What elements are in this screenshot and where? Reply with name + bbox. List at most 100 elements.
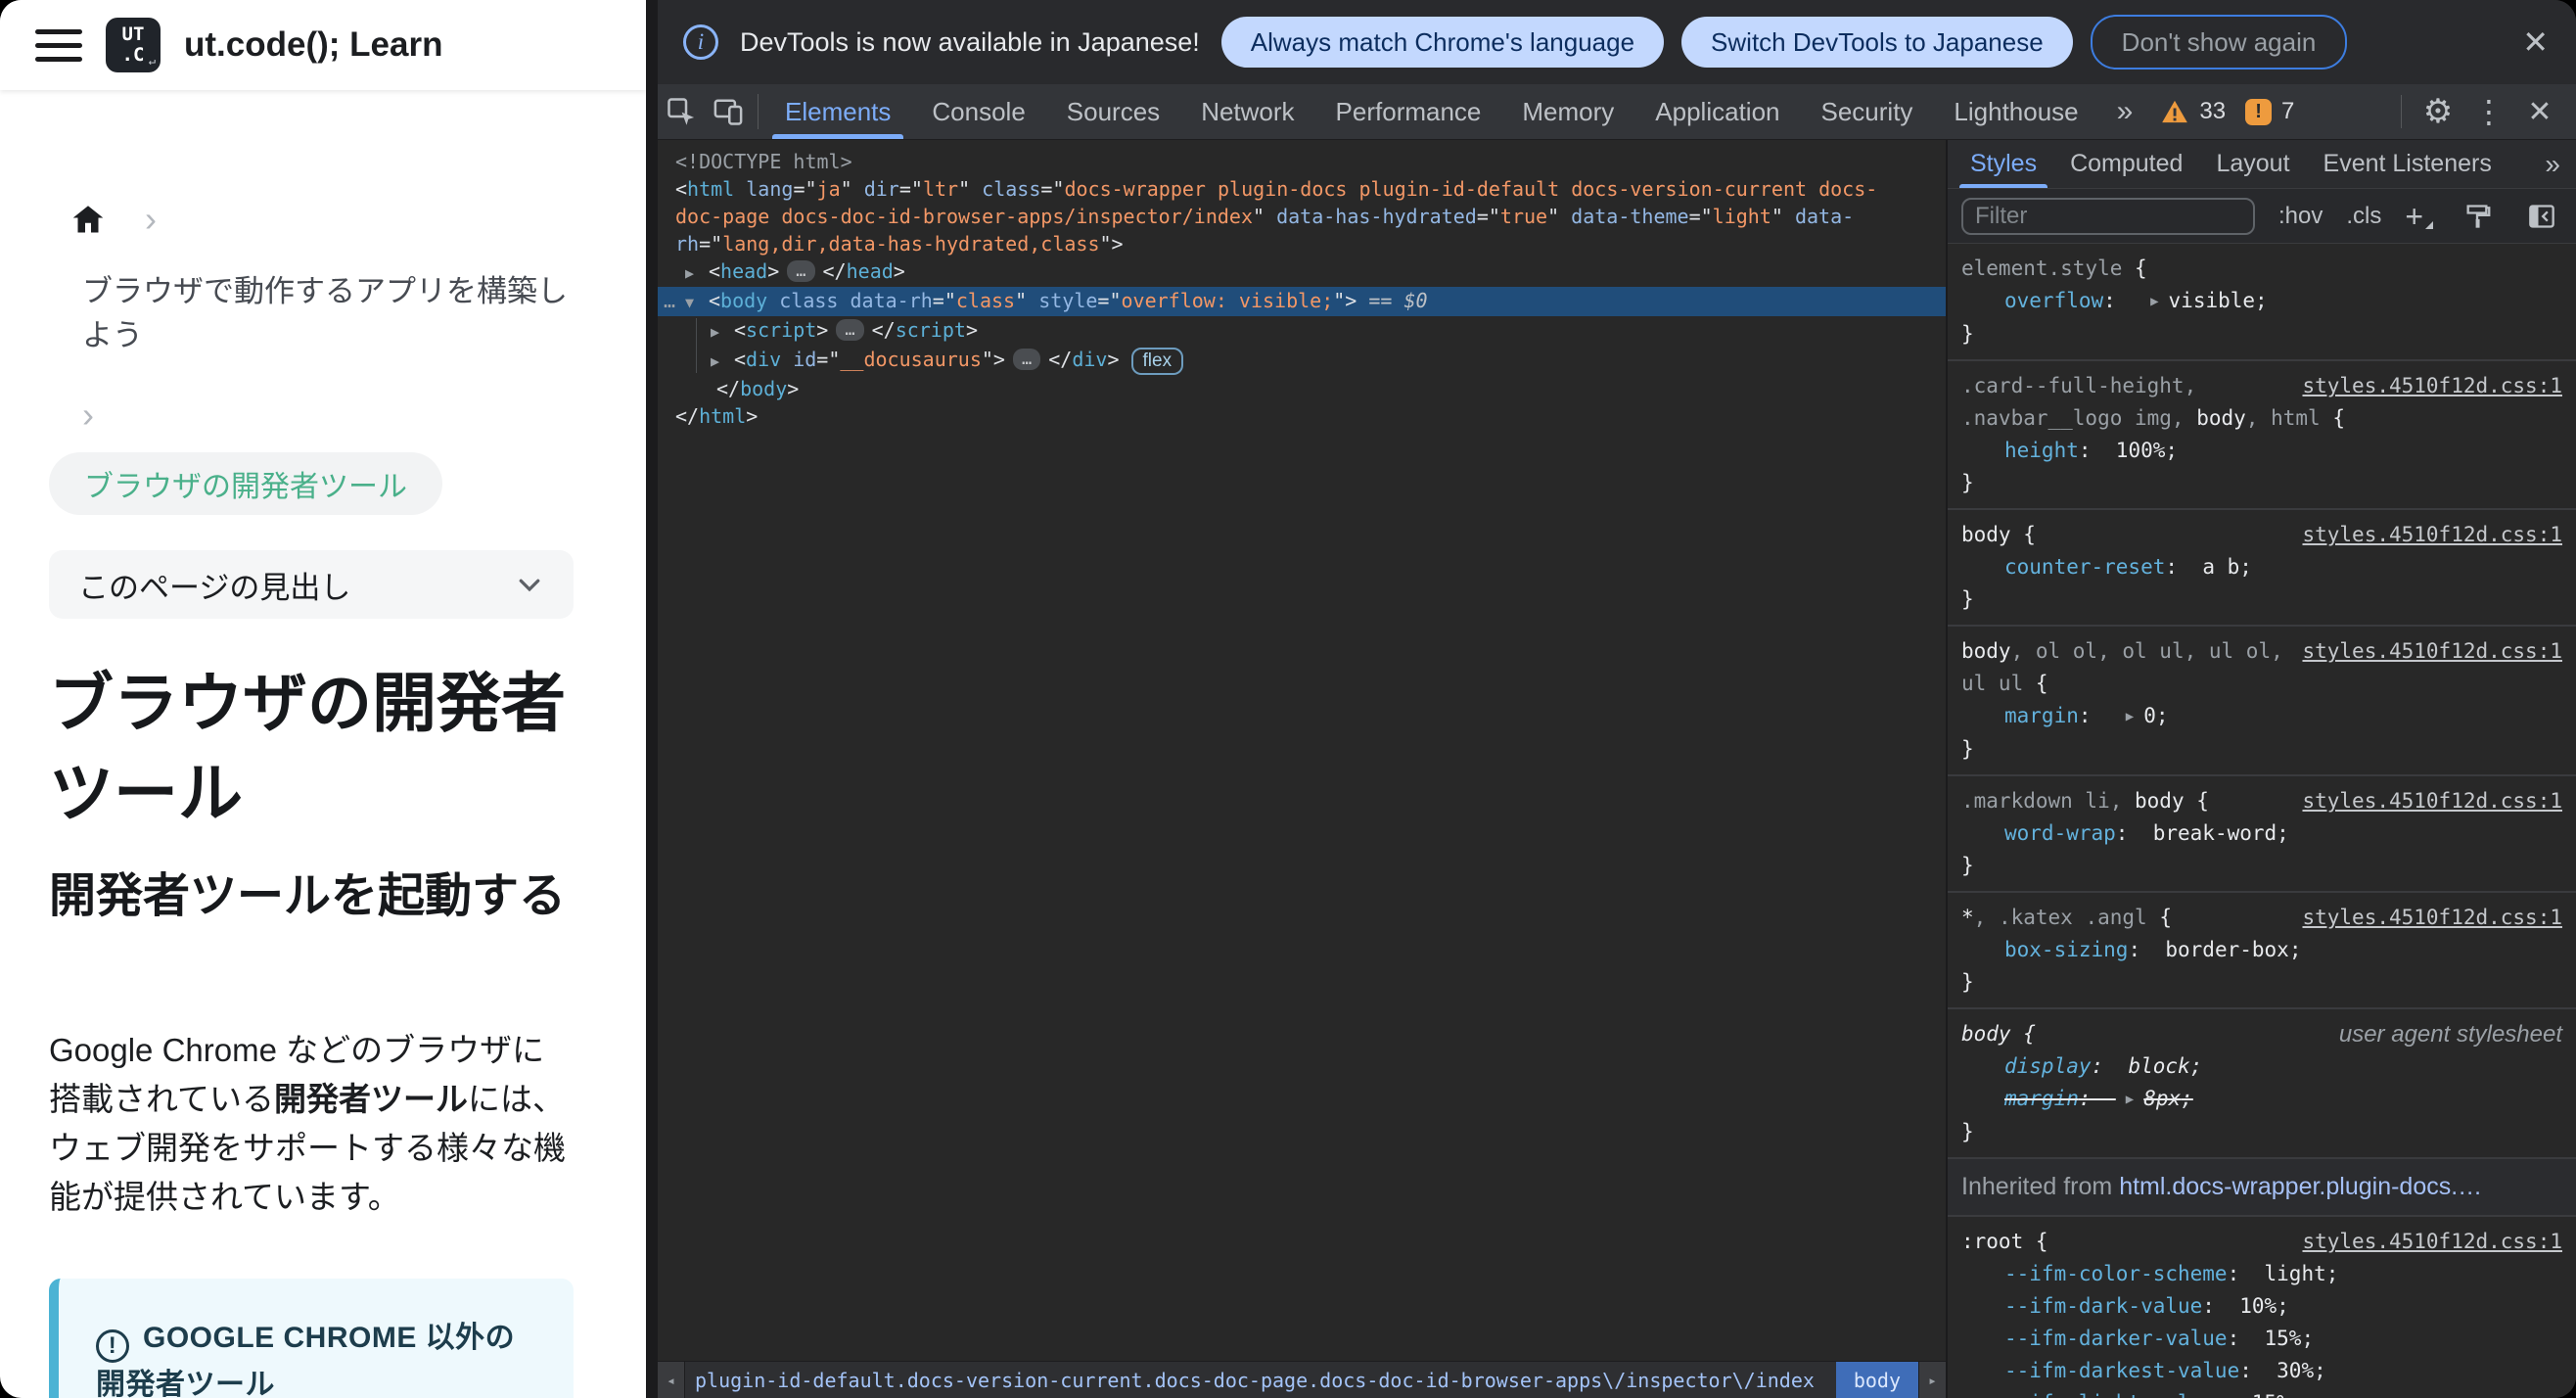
home-icon[interactable]	[70, 202, 106, 237]
expand-ellipsis-button[interactable]: …	[836, 319, 864, 341]
tab-application[interactable]: Application	[1634, 84, 1800, 139]
node-menu-ellipsis[interactable]: …	[664, 287, 675, 314]
tab-lighthouse[interactable]: Lighthouse	[1933, 84, 2098, 139]
css-property[interactable]: --ifm-dark-value: 10%;	[1961, 1290, 2562, 1323]
css-selector[interactable]: body	[1961, 1022, 2011, 1046]
breadcrumb-section[interactable]: ブラウザで動作するアプリを構築しよう	[49, 266, 597, 354]
element-class-toggle[interactable]: .cls	[2346, 203, 2381, 230]
css-selector[interactable]: body	[1961, 639, 2011, 663]
new-style-rule-icon[interactable]: +	[2405, 201, 2433, 232]
css-property-name[interactable]: margin	[2004, 704, 2079, 727]
tab-memory[interactable]: Memory	[1501, 84, 1634, 139]
tab-security[interactable]: Security	[1801, 84, 1934, 139]
toc-collapsible[interactable]: このページの見出し	[49, 550, 574, 619]
css-property-name[interactable]: --ifm-darkest-value	[2004, 1359, 2239, 1382]
css-property-name[interactable]: --ifm-color-scheme	[2004, 1262, 2228, 1285]
sidebar-tab-styles[interactable]: Styles	[1954, 140, 2053, 188]
css-property[interactable]: --ifm-darkest-value: 30%;	[1961, 1355, 2562, 1387]
stylesheet-link[interactable]: styles.4510f12d.css:1	[2302, 519, 2562, 551]
flex-badge[interactable]: flex	[1130, 348, 1184, 375]
css-property-value[interactable]: 30%	[2277, 1359, 2314, 1382]
styles-filter-input[interactable]	[1961, 197, 2255, 235]
css-property-name[interactable]: --ifm-dark-value	[2004, 1294, 2202, 1318]
more-tabs-icon[interactable]: »	[2099, 84, 2151, 139]
css-property-name[interactable]: word-wrap	[2004, 821, 2116, 845]
css-property[interactable]: height: 100%;	[1961, 435, 2562, 467]
css-property-value[interactable]: visible	[2169, 289, 2256, 312]
dom-tree-node[interactable]: </html>	[658, 402, 1924, 430]
dom-tree-node[interactable]: <html lang="ja" dir="ltr" class="docs-wr…	[658, 175, 1924, 257]
expand-arrow-icon[interactable]: ▼	[685, 289, 709, 316]
devtools-close-icon[interactable]: ✕	[2517, 95, 2562, 129]
infobar-button[interactable]: Switch DevTools to Japanese	[1681, 17, 2073, 68]
css-selector[interactable]: *	[1961, 906, 1974, 929]
css-selector[interactable]: body	[1961, 523, 2011, 546]
stylesheet-link[interactable]: styles.4510f12d.css:1	[2302, 370, 2562, 402]
css-property-name[interactable]: margin	[2004, 1087, 2079, 1110]
inherited-from-link[interactable]: html.docs-wrapper.plugin-docs.…	[2119, 1173, 2482, 1200]
stylesheet-link[interactable]: styles.4510f12d.css:1	[2302, 1226, 2562, 1258]
site-logo[interactable]: UT .C ↵	[106, 18, 161, 72]
crumb-path[interactable]: plugin-id-default.docs-version-current.d…	[685, 1362, 1836, 1398]
expand-value-arrow-icon[interactable]: ▶	[2150, 286, 2158, 318]
warnings-badge[interactable]: 33	[2150, 84, 2235, 139]
stylesheet-link[interactable]: user agent stylesheet	[2339, 1018, 2562, 1050]
css-property-name[interactable]: --ifm-darker-value	[2004, 1327, 2228, 1350]
crumb-left-arrow[interactable]: ◂	[658, 1362, 685, 1398]
css-property-name[interactable]: height	[2004, 439, 2079, 462]
css-property-value[interactable]: block	[2128, 1054, 2189, 1078]
expand-value-arrow-icon[interactable]: ▶	[2126, 1084, 2134, 1116]
css-property-name[interactable]: box-sizing	[2004, 938, 2128, 961]
css-selector[interactable]: :root	[1961, 1230, 2023, 1253]
css-property[interactable]: word-wrap: break-word;	[1961, 817, 2562, 850]
css-property-name[interactable]: display	[2004, 1054, 2092, 1078]
sidebar-tab-computed[interactable]: Computed	[2053, 140, 2199, 188]
device-toolbar-icon[interactable]	[705, 84, 752, 139]
infobar-button[interactable]: Always match Chrome's language	[1220, 17, 1665, 68]
dom-tree-node[interactable]: ▶ <head>… </head>	[658, 257, 1924, 287]
expand-ellipsis-button[interactable]: …	[1012, 349, 1041, 370]
css-property-value[interactable]: 0	[2143, 704, 2156, 727]
expand-arrow-icon[interactable]: ▶	[685, 259, 709, 287]
site-title[interactable]: ut.code(); Learn	[184, 25, 442, 65]
expand-arrow-icon[interactable]: ▶	[711, 348, 734, 375]
css-property-value[interactable]: 15%	[2265, 1327, 2302, 1350]
tab-elements[interactable]: Elements	[764, 84, 911, 139]
css-selector[interactable]: .markdown li,	[1961, 789, 2135, 813]
css-property[interactable]: overflow: ▶ visible;	[1961, 285, 2562, 318]
css-property[interactable]: margin: ▶ 0;	[1961, 700, 2562, 733]
css-property[interactable]: --ifm-color-scheme: light;	[1961, 1258, 2562, 1290]
expand-value-arrow-icon[interactable]: ▶	[2126, 701, 2134, 733]
css-property-name[interactable]: overflow	[2004, 289, 2103, 312]
tab-console[interactable]: Console	[911, 84, 1045, 139]
expand-ellipsis-button[interactable]: …	[787, 260, 815, 282]
dom-tree-node[interactable]: ▶ <div id="__docusaurus">… </div> flex	[658, 346, 1924, 375]
inspect-element-icon[interactable]	[658, 84, 705, 139]
dom-tree-node[interactable]: <!DOCTYPE html>	[658, 148, 1924, 175]
css-property[interactable]: --ifm-darker-value: 15%;	[1961, 1323, 2562, 1355]
css-property-name[interactable]: --ifm-light-value	[2004, 1391, 2215, 1398]
css-property-value[interactable]: break-word	[2153, 821, 2277, 845]
sidebar-tab-layout[interactable]: Layout	[2199, 140, 2306, 188]
css-selector[interactable]: body	[2135, 789, 2185, 813]
css-property-value[interactable]: border-box	[2165, 938, 2288, 961]
dom-tree-node[interactable]: … ▼ <body class data-rh="class" style="ove…	[658, 287, 1946, 316]
css-property-value[interactable]: 100%	[2116, 439, 2166, 462]
css-property[interactable]: --ifm-light-value: 15%;	[1961, 1387, 2562, 1398]
sidebar-dock-icon[interactable]	[2521, 204, 2562, 229]
css-selector[interactable]: element.style	[1961, 256, 2122, 280]
css-selector[interactable]: .card--full-height, .navbar__logo img,	[1961, 374, 2196, 430]
dom-tree-node[interactable]: </body>	[658, 375, 1924, 402]
css-selector[interactable]: html	[2271, 406, 2321, 430]
stylesheet-link[interactable]: styles.4510f12d.css:1	[2302, 785, 2562, 817]
crumb-right-arrow[interactable]: ▸	[1918, 1362, 1946, 1398]
css-property[interactable]: counter-reset: a b;	[1961, 551, 2562, 583]
css-property[interactable]: margin: ▶ 8px;	[1961, 1083, 2562, 1116]
css-property-value[interactable]: a b	[2202, 555, 2239, 579]
css-property-value[interactable]: 8px	[2143, 1087, 2181, 1110]
infobar-button[interactable]: Don't show again	[2090, 15, 2348, 70]
settings-gear-icon[interactable]: ⚙	[2415, 92, 2461, 131]
css-property[interactable]: box-sizing: border-box;	[1961, 934, 2562, 966]
dom-tree-node[interactable]: ▶ <script>… </script>	[658, 316, 1924, 346]
crumb-selected-body[interactable]: body	[1835, 1362, 1918, 1398]
